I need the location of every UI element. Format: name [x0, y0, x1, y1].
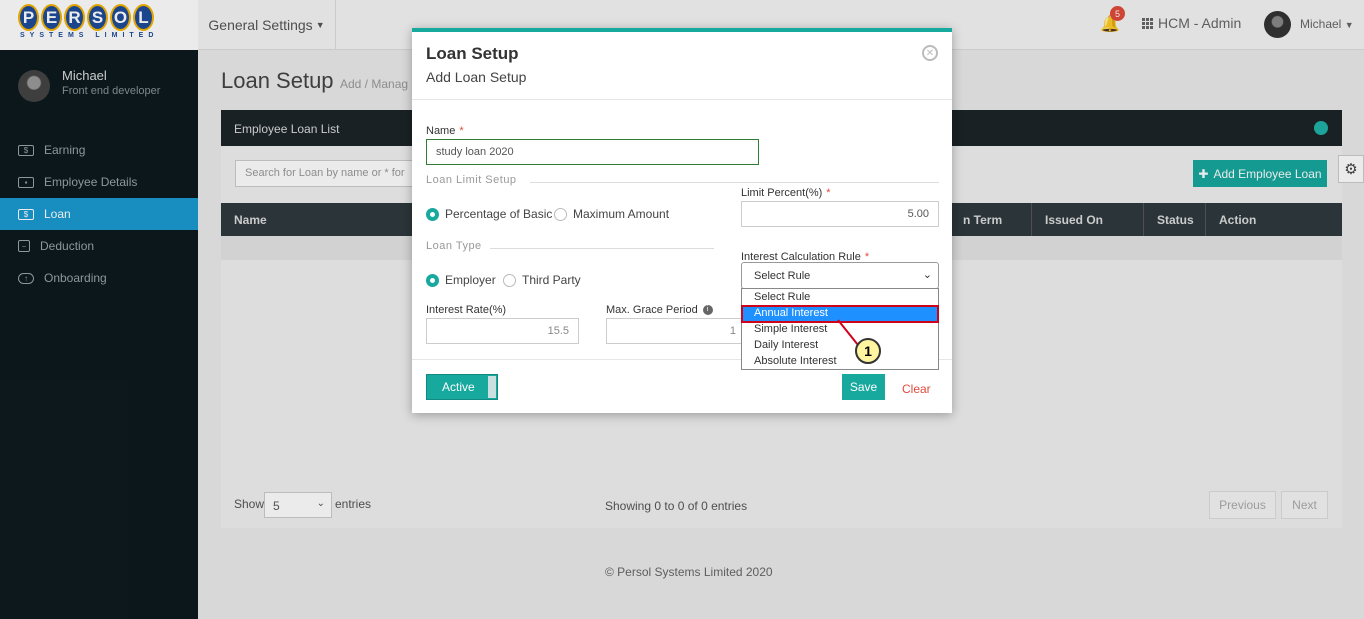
option-select-rule[interactable]: Select Rule	[742, 290, 938, 306]
save-button[interactable]: Save	[842, 374, 885, 400]
loan-type-section-title: Loan Type	[426, 240, 482, 252]
interest-rate-label: Interest Rate(%)	[426, 304, 507, 316]
interest-rate-field[interactable]: 15.5	[426, 318, 579, 344]
info-icon[interactable]: i	[702, 305, 713, 316]
grace-period-field[interactable]: 1	[606, 318, 746, 344]
option-absolute-interest[interactable]: Absolute Interest	[742, 354, 938, 370]
interest-rule-dropdown: Select Rule Annual Interest Simple Inter…	[741, 288, 939, 370]
limit-percent-field[interactable]: 5.00	[741, 201, 939, 227]
clear-button[interactable]: Clear	[902, 382, 931, 396]
option-simple-interest[interactable]: Simple Interest	[742, 322, 938, 338]
divider	[412, 99, 952, 100]
divider	[490, 248, 714, 249]
divider	[530, 182, 939, 183]
interest-rule-select[interactable]: Select Rule ⌄	[741, 262, 939, 289]
close-icon[interactable]: ✕	[922, 45, 938, 61]
option-daily-interest[interactable]: Daily Interest	[742, 338, 938, 354]
chevron-down-icon: ⌄	[922, 269, 932, 281]
radio-maximum-amount[interactable]: Maximum Amount	[554, 207, 669, 221]
limit-percent-label: Limit Percent(%) *	[741, 187, 831, 199]
radio-third-party[interactable]: Third Party	[503, 273, 581, 287]
active-toggle[interactable]: Active	[426, 374, 498, 400]
radio-percentage-of-basic[interactable]: Percentage of Basic	[426, 207, 552, 221]
modal-subtitle: Add Loan Setup	[426, 69, 527, 85]
loan-limit-section-title: Loan Limit Setup	[426, 174, 517, 186]
radio-employer[interactable]: Employer	[426, 273, 496, 287]
modal-title: Loan Setup	[426, 44, 519, 63]
grace-period-label: Max. Grace Period i	[606, 304, 713, 316]
name-field[interactable]: study loan 2020	[426, 139, 759, 165]
name-label: Name *	[426, 125, 464, 137]
step-callout: 1	[855, 338, 881, 364]
toggle-knob	[488, 376, 496, 398]
option-annual-interest[interactable]: Annual Interest	[741, 305, 939, 323]
